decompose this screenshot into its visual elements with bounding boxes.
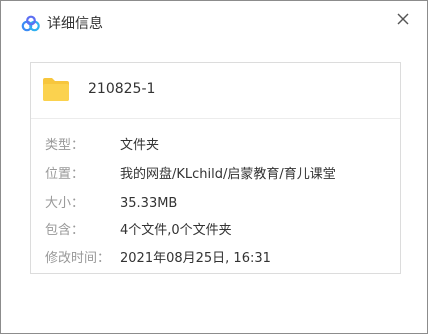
detail-row-size: 大小： 35.33MB [31, 193, 400, 215]
detail-row-location: 位置： 我的网盘/KLchild/启蒙教育/育儿课堂 [31, 164, 400, 186]
file-name: 210825-1 [88, 81, 156, 97]
detail-value: 35.33MB [120, 196, 178, 211]
detail-value: 文件夹 [120, 138, 160, 153]
detail-row-contains: 包含： 4个文件,0个文件夹 [31, 220, 400, 242]
file-header: 210825-1 [31, 63, 400, 118]
detail-value: 2021年08月25日, 16:31 [120, 251, 271, 266]
detail-label: 大小： [45, 196, 85, 211]
detail-row-type: 类型： 文件夹 [31, 135, 400, 157]
dialog-title: 详细信息 [47, 16, 103, 32]
detail-value: 我的网盘/KLchild/启蒙教育/育儿课堂 [120, 167, 336, 182]
detail-label: 类型： [45, 138, 85, 153]
folder-icon [42, 76, 70, 102]
close-icon[interactable] [393, 9, 413, 29]
baidu-netdisk-cloud-icon [21, 15, 41, 33]
detail-value: 4个文件,0个文件夹 [120, 223, 232, 238]
details-panel: 210825-1 类型： 文件夹 位置： 我的网盘/KLchild/启蒙教育/育… [30, 62, 401, 274]
detail-row-modified: 修改时间： 2021年08月25日, 16:31 [31, 248, 400, 270]
detail-label: 位置： [45, 167, 85, 182]
detail-label: 修改时间： [45, 251, 111, 266]
divider [31, 118, 400, 119]
detail-label: 包含： [45, 223, 85, 238]
title-bar: 详细信息 [1, 1, 427, 41]
details-dialog: 详细信息 210825-1 类型： 文件夹 位置： 我的网盘/KLchild/启… [0, 0, 428, 334]
